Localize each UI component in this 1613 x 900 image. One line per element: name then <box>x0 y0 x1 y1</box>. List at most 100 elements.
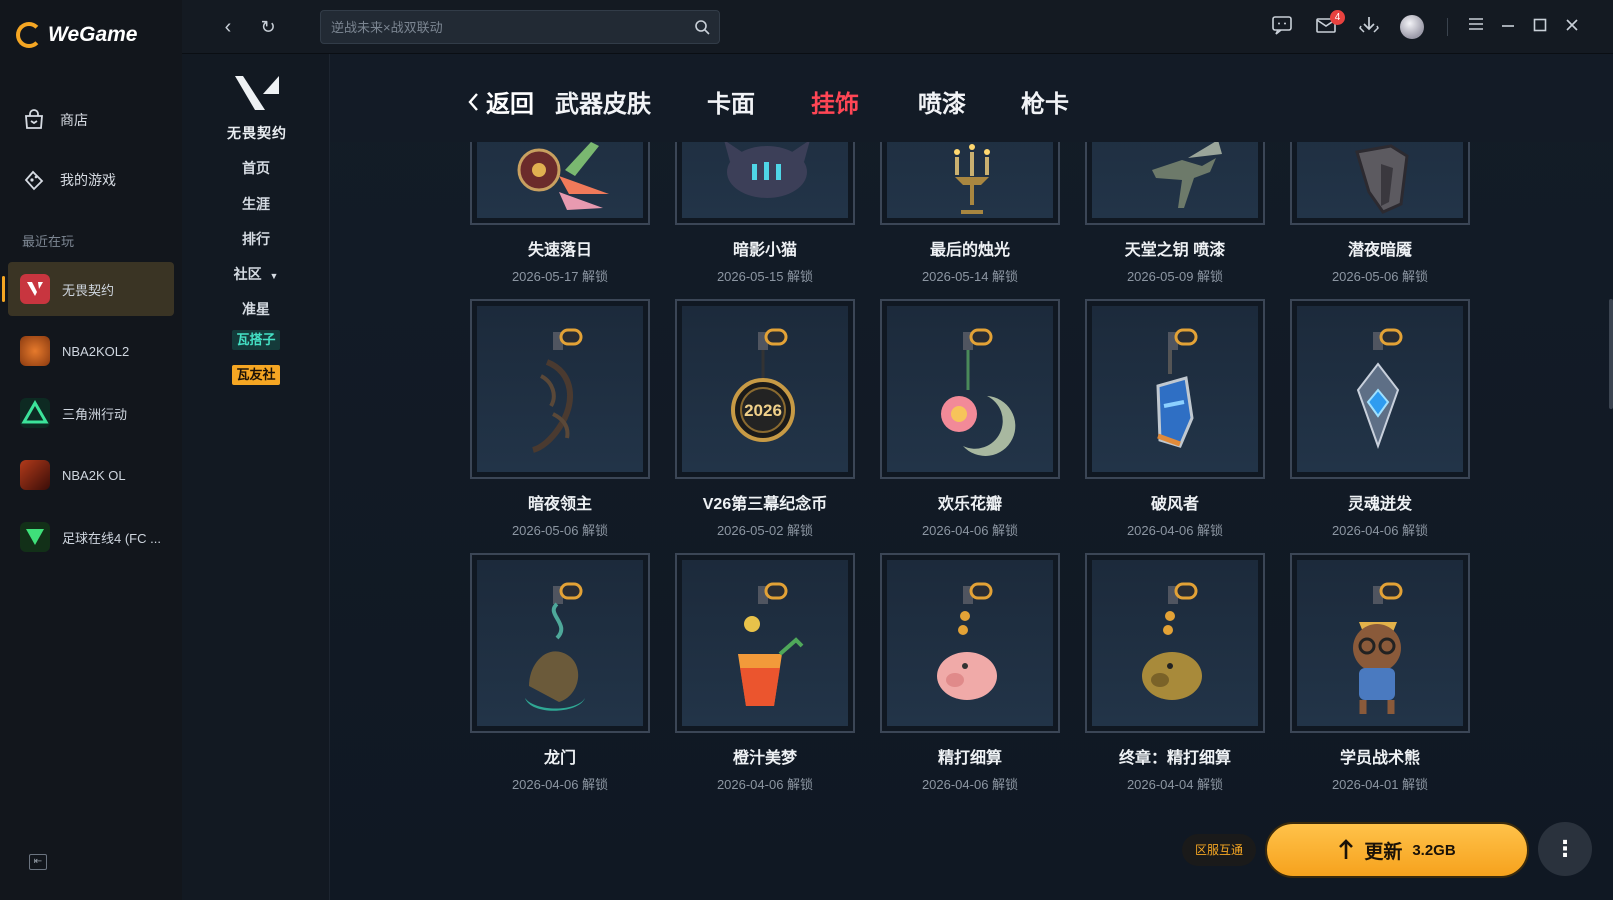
buddy-name: 最后的烛光 <box>929 242 1010 259</box>
update-button[interactable]: 更新 3.2GB <box>1265 822 1529 878</box>
maximize-icon[interactable] <box>1527 14 1553 40</box>
app-sidebar: WeGame 商店 我的游戏 最近在玩 无畏契约 NBA2KOL2 三角洲行动 … <box>0 0 182 900</box>
nav-shop[interactable]: 商店 <box>22 108 88 132</box>
buddy-name: 欢乐花瓣 <box>937 496 1002 513</box>
wegame-logo[interactable]: WeGame <box>16 22 138 48</box>
buddy-card[interactable]: 暗夜领主 2026-05-06 解锁 <box>470 299 650 539</box>
buddy-card[interactable]: 破风者 2026-04-06 解锁 <box>1085 299 1265 539</box>
recent-game-valorant[interactable]: 无畏契约 <box>2 262 174 316</box>
tab-sprays[interactable]: 喷漆 <box>918 84 966 119</box>
buddy-name: 暗夜领主 <box>527 496 592 513</box>
buddy-name: 精打细算 <box>937 750 1002 767</box>
wayoushe-tag[interactable]: 瓦友社 <box>232 365 280 385</box>
game-nav-community-label: 社区 <box>233 266 262 282</box>
menu-icon[interactable] <box>1463 14 1489 40</box>
game-nav-rank[interactable]: 排行 <box>182 229 330 249</box>
buddy-card[interactable]: 橙汁美梦 2026-04-06 解锁 <box>675 553 855 793</box>
buddy-card[interactable]: 龙门 2026-04-06 解锁 <box>470 553 650 793</box>
buddy-date: 2026-04-06 解锁 <box>1331 523 1429 538</box>
tab-cards[interactable]: 卡面 <box>707 84 755 119</box>
nba2kol2-icon <box>20 336 50 366</box>
recent-game-label: 三角洲行动 <box>62 406 128 422</box>
wadazi-tag[interactable]: 瓦搭子 <box>232 330 280 350</box>
buddy-card[interactable]: 精打细算 2026-04-06 解锁 <box>880 553 1060 793</box>
shop-bag-icon <box>22 108 46 132</box>
buddy-date: 2026-04-06 解锁 <box>716 777 814 792</box>
recent-game-nba2kol2[interactable]: NBA2KOL2 <box>8 324 174 378</box>
wegame-logo-text: WeGame <box>48 23 138 46</box>
buddy-name: 灵魂迸发 <box>1347 496 1412 513</box>
buddy-night-lord-icon <box>532 328 583 453</box>
buddy-card[interactable]: 灵魂迸发 2026-04-06 解锁 <box>1290 299 1470 539</box>
top-bar: ‹ ↻ 4 <box>182 0 1613 54</box>
close-icon[interactable] <box>1559 14 1585 40</box>
chevron-left-icon <box>468 92 478 111</box>
nav-shop-label: 商店 <box>60 112 88 128</box>
recent-game-label: 无畏契约 <box>62 282 115 298</box>
gamepad-icon <box>22 168 46 192</box>
chevron-down-icon: ▼ <box>269 271 279 281</box>
buddy-cadet-bear-icon <box>1353 582 1403 714</box>
refresh-icon[interactable]: ↻ <box>255 14 281 40</box>
buddy-wind-breaker-icon <box>1156 328 1198 448</box>
buddy-card[interactable]: 欢乐花瓣 2026-04-06 解锁 <box>880 299 1060 539</box>
buddy-card[interactable]: 终章：精打细算 2026-04-04 解锁 <box>1085 553 1265 793</box>
game-nav-community[interactable]: 社区 ▼ <box>182 264 330 284</box>
region-crossplay-badge[interactable]: 区服互通 <box>1182 834 1256 866</box>
buddy-name: V26第三幕纪念币 <box>702 496 828 513</box>
mail-badge: 4 <box>1330 10 1345 25</box>
recent-section-label: 最近在玩 <box>22 234 75 249</box>
buddy-v26-coin-icon: 2026 <box>731 328 795 442</box>
game-nav-career[interactable]: 生涯 <box>182 194 330 214</box>
buddy-date: 2026-05-15 解锁 <box>716 269 814 284</box>
topbar-divider <box>1447 18 1448 36</box>
search-icon[interactable] <box>693 18 711 36</box>
recent-game-fc-online[interactable]: 足球在线4 (FC ... <box>8 510 174 564</box>
back-nav-icon[interactable]: ‹ <box>215 14 241 40</box>
chat-icon[interactable] <box>1269 14 1295 40</box>
download-icon[interactable] <box>1356 14 1382 40</box>
game-nav-crosshair[interactable]: 准星 <box>182 299 330 319</box>
update-label: 更新 <box>1364 841 1403 863</box>
search-box <box>320 10 720 44</box>
buddy-date: 2026-04-01 解锁 <box>1331 777 1429 792</box>
game-nav-home[interactable]: 首页 <box>182 158 330 178</box>
buddy-name: 天堂之钥 喷漆 <box>1124 242 1226 259</box>
buddy-name: 终章：精打细算 <box>1118 750 1231 767</box>
mail-icon[interactable]: 4 <box>1313 10 1345 40</box>
tab-weapon-skins[interactable]: 武器皮肤 <box>555 84 651 119</box>
buddy-date: 2026-04-06 解锁 <box>921 777 1019 792</box>
recent-game-nba2k-ol[interactable]: NBA2K OL <box>8 448 174 502</box>
tab-buddies[interactable]: 挂饰 <box>811 84 859 119</box>
buddy-name: 暗影小猫 <box>732 242 797 259</box>
collapse-sidebar-icon[interactable]: ⇤ <box>29 854 47 870</box>
arrow-up-icon <box>1339 839 1354 859</box>
buddy-name: 潜夜暗魇 <box>1347 242 1412 259</box>
tab-gun-cards[interactable]: 枪卡 <box>1021 84 1069 119</box>
buddy-name: 破风者 <box>1150 496 1199 513</box>
scrollbar-thumb[interactable] <box>1609 299 1613 409</box>
buddy-date: 2026-05-06 解锁 <box>511 523 609 538</box>
minimize-icon[interactable] <box>1495 14 1521 40</box>
back-label: 返回 <box>486 91 534 118</box>
buddy-dragon-gate-icon <box>525 582 585 711</box>
buddy-name: 龙门 <box>543 750 576 767</box>
buddy-piggy-bank-icon <box>937 582 997 700</box>
nav-my-games[interactable]: 我的游戏 <box>22 168 116 192</box>
buddy-date: 2026-04-04 解锁 <box>1126 777 1224 792</box>
buddy-date: 2026-05-17 解锁 <box>511 269 609 284</box>
more-options-button[interactable]: ⋮ <box>1538 822 1592 876</box>
recent-game-delta-force[interactable]: 三角洲行动 <box>8 386 174 440</box>
buddy-date: 2026-05-14 解锁 <box>921 269 1019 284</box>
search-input[interactable] <box>331 11 681 43</box>
buddy-joyful-petal-icon <box>941 328 1016 456</box>
user-avatar[interactable] <box>1400 15 1424 39</box>
coin-year-text: 2026 <box>744 401 782 420</box>
buddy-card[interactable]: 学员战术熊 2026-04-01 解锁 <box>1290 553 1470 793</box>
valorant-logo[interactable]: 无畏契约 <box>222 74 292 143</box>
buddy-name: 橙汁美梦 <box>732 750 797 767</box>
recent-game-label: 足球在线4 (FC ... <box>62 530 161 546</box>
buddy-card[interactable]: 2026 V26第三幕纪念币 2026-05-02 解锁 <box>675 299 855 539</box>
back-button[interactable]: 返回 <box>466 84 534 119</box>
wegame-logo-icon <box>16 22 42 48</box>
